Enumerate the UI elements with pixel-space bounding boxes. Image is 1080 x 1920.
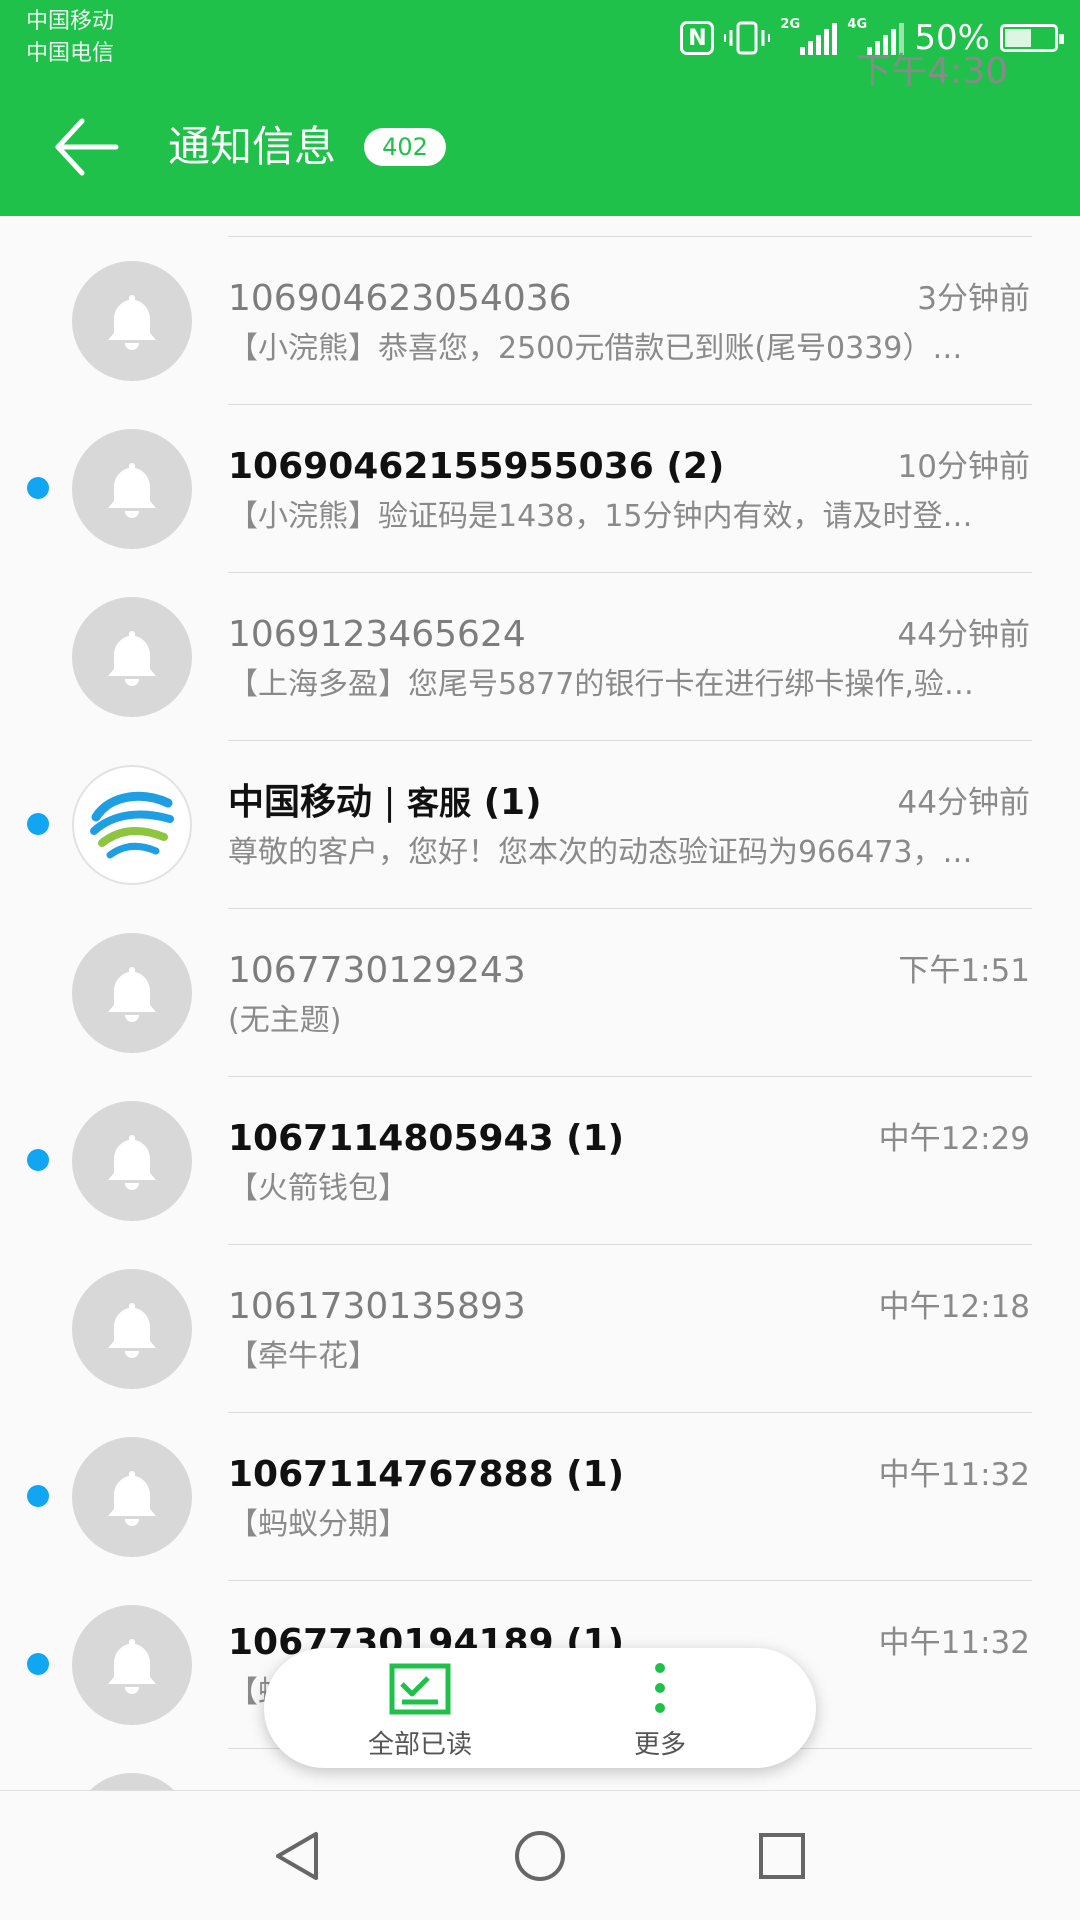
- sender-name: 中国移动 | 客服 (1): [228, 779, 542, 827]
- more-vertical-icon: [655, 1663, 665, 1713]
- nfc-icon: N: [680, 21, 715, 55]
- bell-icon: [108, 1303, 156, 1358]
- status-bar: 中国移动 中国电信 N 2G 4G 50% 下午4:30: [0, 0, 1080, 92]
- unread-dot: [27, 1653, 49, 1675]
- china-mobile-logo: [90, 791, 174, 859]
- unread-dot: [27, 1485, 49, 1507]
- bell-icon: [108, 631, 156, 686]
- sender-main: 中国移动: [228, 782, 373, 823]
- bell-icon: [108, 295, 156, 350]
- avatar: [72, 1269, 192, 1389]
- sender-separator: |: [372, 782, 408, 823]
- navigation-bar: [0, 1790, 1080, 1920]
- sender-name: 1067114767888 (1): [228, 1454, 625, 1495]
- status-icons: N 2G 4G 50% 下午4:30: [680, 10, 1064, 92]
- message-time: 中午11:32: [878, 1457, 1030, 1493]
- message-snippet: 【小浣熊】验证码是1438，15分钟内有效，请及时登…: [228, 499, 973, 534]
- recents-square-icon: [759, 1833, 805, 1879]
- bell-icon: [108, 1639, 156, 1694]
- message-snippet: 【小浣熊】恭喜您，2500元借款已到账(尾号0339）…: [228, 331, 963, 366]
- avatar: [72, 933, 192, 1053]
- message-time: 中午12:18: [878, 1289, 1030, 1325]
- avatar: [72, 765, 192, 885]
- battery-icon: [1000, 24, 1064, 52]
- more-label: 更多: [633, 1730, 686, 1760]
- message-row[interactable]: 106904623054036 3分钟前 【小浣熊】恭喜您，2500元借款已到账…: [0, 237, 1080, 405]
- avatar: [72, 1437, 192, 1557]
- avatar: [72, 429, 192, 549]
- arrow-back-icon: [55, 118, 119, 176]
- more-button[interactable]: 更多: [560, 1648, 760, 1768]
- sender-name: 1069123465624: [228, 614, 526, 655]
- unread-dot: [27, 1149, 49, 1171]
- bell-icon: [108, 463, 156, 518]
- unread-dot: [27, 813, 49, 835]
- message-row[interactable]: 10690462155955036 (2) 10分钟前 【小浣熊】验证码是143…: [0, 405, 1080, 573]
- mark-read-icon: [389, 1663, 451, 1715]
- message-snippet: 【蚂蚁分期】: [228, 1507, 408, 1542]
- message-row[interactable]: 1061730135893 中午12:18 【牵牛花】: [0, 1245, 1080, 1413]
- page-title: 通知信息: [168, 122, 337, 171]
- avatar: [72, 261, 192, 381]
- message-time: 44分钟前: [897, 785, 1030, 821]
- toolbar: 通知信息 402: [0, 82, 1080, 216]
- message-time: 中午11:32: [878, 1625, 1030, 1661]
- mark-all-read-button[interactable]: 全部已读: [320, 1648, 520, 1768]
- sender-name: 106904623054036: [228, 278, 572, 319]
- message-row[interactable]: 1067114805943 (1) 中午12:29 【火箭钱包】: [0, 1077, 1080, 1245]
- nav-back-button[interactable]: [258, 1819, 338, 1893]
- mark-all-read-label: 全部已读: [367, 1730, 472, 1760]
- carrier-2: 中国电信: [26, 41, 115, 66]
- bell-icon: [108, 1471, 156, 1526]
- carrier-1: 中国移动: [26, 9, 115, 34]
- message-row[interactable]: 中国移动 | 客服 (1) 44分钟前 尊敬的客户，您好！您本次的动态验证码为9…: [0, 741, 1080, 909]
- message-snippet: 【上海多盈】您尾号5877的银行卡在进行绑卡操作,验…: [228, 667, 974, 702]
- message-row[interactable]: 1067730129243 下午1:51 (无主题): [0, 909, 1080, 1077]
- avatar: [72, 597, 192, 717]
- message-time: 中午12:29: [878, 1121, 1030, 1157]
- avatar: [72, 1101, 192, 1221]
- signal-2-tag: 4G: [847, 17, 868, 32]
- sender-name: 1061730135893: [228, 1286, 526, 1327]
- message-time: 10分钟前: [897, 449, 1030, 485]
- message-time: 3分钟前: [917, 281, 1030, 317]
- nav-recents-button[interactable]: [742, 1819, 822, 1893]
- home-circle-icon: [515, 1831, 565, 1881]
- message-list[interactable]: 106904623054036 3分钟前 【小浣熊】恭喜您，2500元借款已到账…: [0, 216, 1080, 1790]
- nav-home-button[interactable]: [500, 1819, 580, 1893]
- sender-count: (1): [471, 782, 542, 823]
- vibrate-icon: [724, 21, 771, 55]
- signal-1-tag: 2G: [780, 17, 801, 32]
- message-snippet: 【火箭钱包】: [228, 1171, 408, 1206]
- bell-icon: [108, 1135, 156, 1190]
- sender-name: 10690462155955036 (2): [228, 446, 725, 487]
- message-time: 下午1:51: [898, 953, 1030, 989]
- message-snippet: (无主题): [228, 1003, 342, 1038]
- sender-sub: 客服: [407, 784, 472, 822]
- sender-name: 1067114805943 (1): [228, 1118, 625, 1159]
- message-snippet: 尊敬的客户，您好！您本次的动态验证码为966473，…: [228, 835, 973, 870]
- count-badge: 402: [364, 128, 446, 166]
- back-button[interactable]: [52, 112, 122, 182]
- unread-dot: [27, 477, 49, 499]
- message-snippet: 【牵牛花】: [228, 1339, 378, 1374]
- sender-name: 1067730129243: [228, 950, 526, 991]
- back-triangle-icon: [276, 1832, 318, 1880]
- avatar: [72, 1773, 192, 1790]
- message-row[interactable]: 1069123465624 44分钟前 【上海多盈】您尾号5877的银行卡在进行…: [0, 573, 1080, 741]
- message-time: 44分钟前: [897, 617, 1030, 653]
- message-row[interactable]: 1067114767888 (1) 中午11:32 【蚂蚁分期】: [0, 1413, 1080, 1581]
- bell-icon: [108, 967, 156, 1022]
- floating-action-bar: 全部已读 更多: [264, 1648, 816, 1768]
- signal-2g-icon: 2G: [780, 17, 838, 55]
- avatar: [72, 1605, 192, 1725]
- carrier-labels: 中国移动 中国电信: [26, 6, 114, 70]
- app-header: 中国移动 中国电信 N 2G 4G 50% 下午4:30 通知信息 402: [0, 0, 1080, 216]
